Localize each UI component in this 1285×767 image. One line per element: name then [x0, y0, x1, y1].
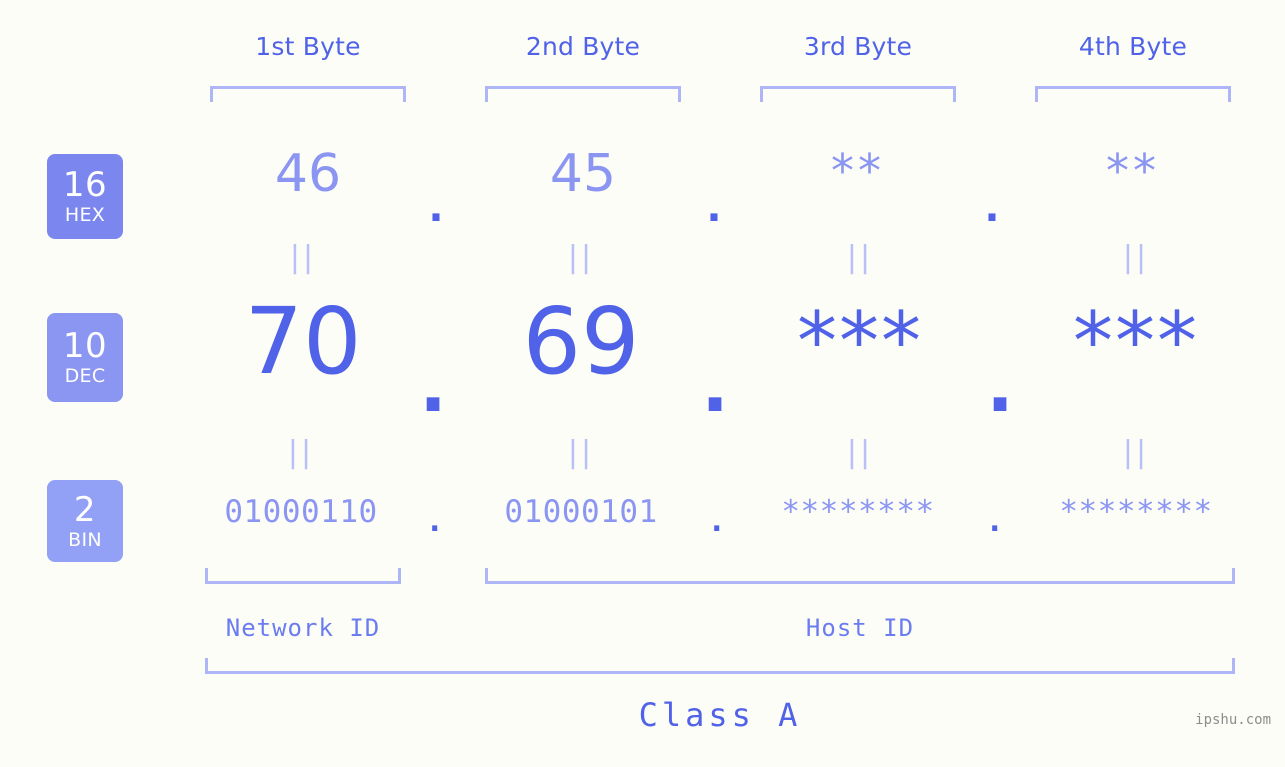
bin-byte-2: 01000101 [504, 494, 658, 530]
equals-connector-hex-dec-1: || [289, 240, 317, 275]
class-bracket [205, 658, 1235, 674]
hex-byte-3: ** [831, 144, 885, 198]
base-badge-dec: 10 DEC [47, 313, 123, 402]
network-id-label: Network ID [225, 614, 381, 642]
byte-header-1: 1st Byte [255, 32, 361, 61]
byte-header-4: 4th Byte [1078, 32, 1188, 61]
bin-separator-3: . [985, 503, 1005, 539]
equals-connector-hex-dec-3: || [846, 240, 874, 275]
bin-byte-4: ******** [1059, 494, 1213, 530]
dec-separator-1: . [419, 344, 447, 428]
byte-bracket-3 [760, 86, 956, 102]
base-badge-dec-number: 10 [62, 326, 108, 366]
equals-connector-dec-bin-2: || [567, 435, 595, 470]
site-watermark: ipshu.com [1195, 712, 1271, 728]
host-id-bracket [485, 568, 1235, 584]
base-badge-bin-name: BIN [68, 528, 102, 551]
bin-byte-3: ******** [781, 494, 935, 530]
byte-header-2: 2nd Byte [525, 32, 641, 61]
base-badge-dec-name: DEC [64, 365, 106, 387]
dec-byte-2: 69 [522, 288, 640, 395]
base-badge-bin-number: 2 [73, 489, 97, 530]
hex-byte-4: ** [1106, 144, 1160, 198]
hex-byte-1: 46 [274, 144, 342, 204]
network-id-bracket [205, 568, 401, 584]
bin-separator-1: . [425, 503, 445, 539]
base-badge-bin: 2 BIN [47, 480, 123, 562]
equals-connector-dec-bin-1: || [287, 435, 315, 470]
bin-separator-2: . [707, 503, 727, 539]
base-badge-hex-name: HEX [64, 204, 106, 226]
byte-header-3: 3rd Byte [803, 32, 913, 61]
class-label: Class A [638, 696, 802, 734]
byte-bracket-1 [210, 86, 406, 102]
base-badge-hex: 16 HEX [47, 154, 123, 239]
dec-byte-1: 70 [244, 288, 362, 395]
dec-separator-3: . [986, 344, 1014, 428]
host-id-label: Host ID [805, 614, 915, 642]
byte-bracket-2 [485, 86, 681, 102]
equals-connector-hex-dec-4: || [1122, 240, 1150, 275]
bin-byte-1: 01000110 [224, 494, 378, 530]
byte-bracket-4 [1035, 86, 1231, 102]
hex-byte-2: 45 [549, 144, 617, 204]
hex-separator-1: . [428, 185, 444, 231]
dec-byte-4: *** [1073, 295, 1199, 388]
dec-byte-3: *** [797, 295, 923, 388]
equals-connector-hex-dec-2: || [567, 240, 595, 275]
base-badge-hex-number: 16 [62, 165, 108, 205]
dec-separator-2: . [701, 344, 729, 428]
hex-separator-3: . [984, 185, 1000, 231]
equals-connector-dec-bin-4: || [1122, 435, 1150, 470]
equals-connector-dec-bin-3: || [846, 435, 874, 470]
hex-separator-2: . [706, 185, 722, 231]
